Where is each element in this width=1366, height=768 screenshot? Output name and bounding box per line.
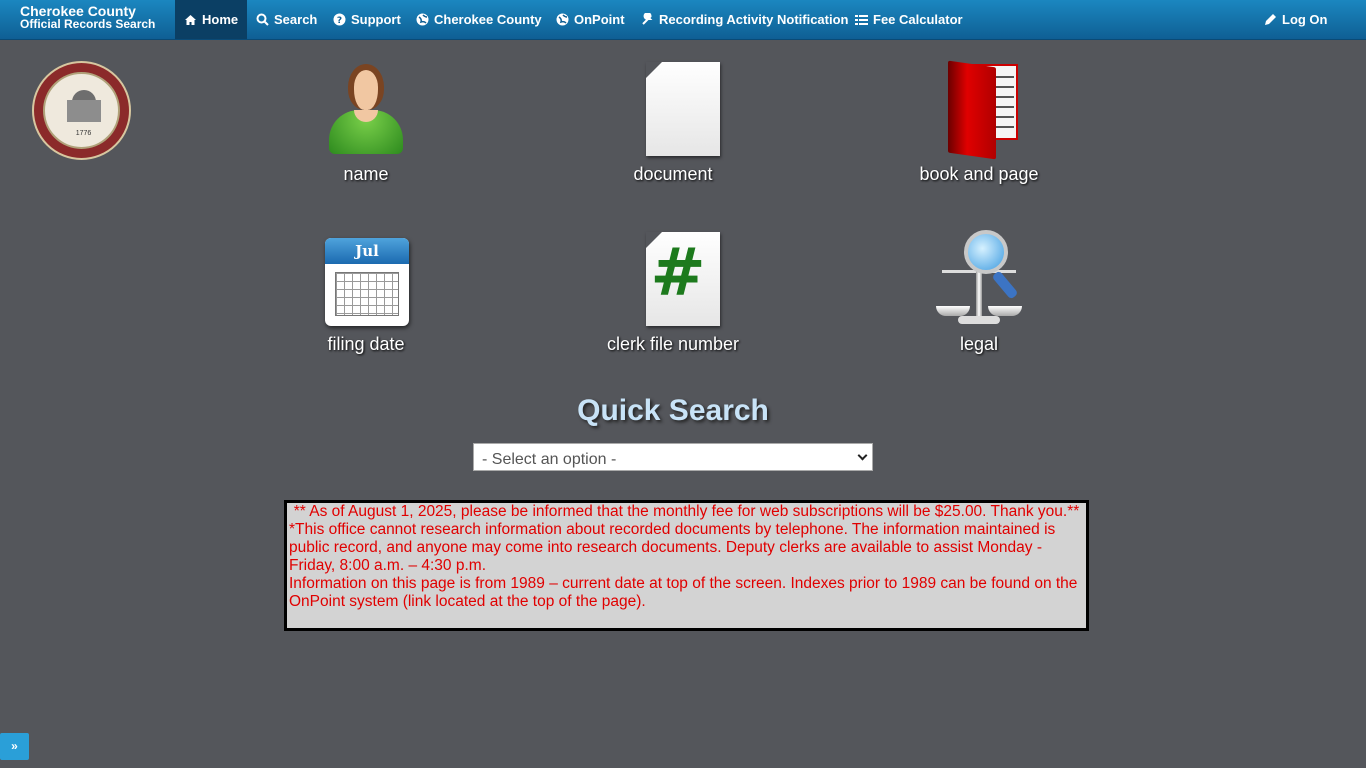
- county-seal-logo: 1776: [32, 61, 131, 160]
- nav-recording-label: Recording Activity Notification: [659, 12, 849, 27]
- hash-document-icon: #: [628, 230, 720, 330]
- home-icon: [184, 13, 197, 26]
- nav-recording-activity[interactable]: Recording Activity Notification: [632, 0, 857, 39]
- search-by-legal-tile[interactable]: legal: [899, 230, 1059, 355]
- globe-icon: [556, 13, 569, 26]
- search-by-name-tile[interactable]: name: [286, 60, 446, 185]
- name-label: name: [343, 164, 389, 184]
- notice-box: ** As of August 1, 2025, please be infor…: [284, 500, 1089, 631]
- question-circle-icon: ?: [333, 13, 346, 26]
- notice-dates-line: Information on this page is from 1989 – …: [289, 575, 1078, 610]
- nav-onpoint-label: OnPoint: [574, 12, 625, 27]
- nav-log-on[interactable]: Log On: [1255, 0, 1337, 39]
- document-icon: [628, 60, 720, 160]
- hash-symbol: #: [650, 234, 706, 311]
- search-by-book-page-tile[interactable]: book and page: [899, 60, 1059, 185]
- legal-label: legal: [959, 334, 999, 354]
- book-page-label: book and page: [919, 164, 1039, 184]
- chevron-down-icon: [857, 450, 868, 461]
- list-icon: [855, 13, 868, 26]
- search-by-document-tile[interactable]: document: [593, 60, 753, 185]
- nav-home[interactable]: Home: [175, 0, 248, 39]
- search-icon: [256, 13, 269, 26]
- nav-search-label: Search: [274, 12, 318, 27]
- search-by-clerk-file-number-tile[interactable]: # clerk file number: [593, 230, 753, 355]
- pencil-icon: [1264, 13, 1277, 26]
- brand[interactable]: Cherokee County Official Records Search: [20, 4, 156, 31]
- wrench-icon: [641, 12, 654, 26]
- nav-onpoint[interactable]: OnPoint: [547, 0, 634, 39]
- svg-text:?: ?: [337, 16, 342, 26]
- nav-cherokee-county[interactable]: Cherokee County: [407, 0, 551, 39]
- book-icon: [934, 60, 1024, 160]
- clerk-file-number-label: clerk file number: [606, 334, 740, 354]
- nav-support[interactable]: ? Support: [324, 0, 410, 39]
- top-navbar: Cherokee County Official Records Search …: [0, 0, 1366, 40]
- nav-fee-label: Fee Calculator: [873, 12, 963, 27]
- notice-telephone-line: *This office cannot research information…: [289, 521, 1056, 574]
- filing-date-label: filing date: [327, 334, 405, 354]
- expand-panel-button[interactable]: »: [0, 733, 29, 760]
- nav-cherokee-label: Cherokee County: [434, 12, 542, 27]
- calendar-icon: Jul: [321, 230, 411, 330]
- person-icon: [321, 60, 411, 160]
- nav-support-label: Support: [351, 12, 401, 27]
- quick-search-title: Quick Search: [577, 394, 769, 427]
- notice-fee-line: ** As of August 1, 2025, please be infor…: [293, 503, 1080, 520]
- scales-magnifier-icon: [934, 230, 1024, 330]
- nav-search[interactable]: Search: [247, 0, 326, 39]
- quick-search-select[interactable]: - Select an option -: [473, 443, 873, 471]
- brand-subtitle: Official Records Search: [20, 17, 156, 31]
- globe-icon: [416, 13, 429, 26]
- nav-fee-calculator[interactable]: Fee Calculator: [846, 0, 972, 39]
- quick-search-selected: - Select an option -: [482, 451, 617, 468]
- nav-home-label: Home: [202, 12, 239, 27]
- nav-logon-label: Log On: [1282, 12, 1328, 27]
- search-by-filing-date-tile[interactable]: Jul filing date: [286, 230, 446, 355]
- calendar-month: Jul: [325, 238, 409, 264]
- document-label: document: [633, 164, 713, 184]
- seal-year: 1776: [75, 130, 92, 137]
